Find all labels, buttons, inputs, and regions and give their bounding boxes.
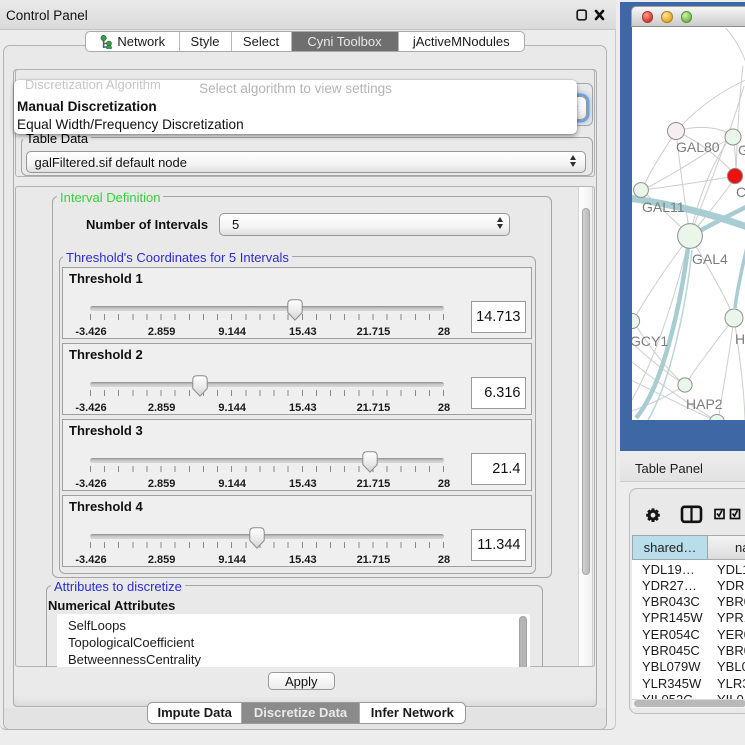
svg-text:GAL80: GAL80	[676, 139, 720, 155]
svg-text:H: H	[735, 331, 745, 347]
svg-text:C: C	[736, 184, 745, 200]
svg-text:GAL11: GAL11	[642, 199, 685, 215]
svg-text:HAP2: HAP2	[686, 396, 723, 412]
svg-text:GAL4: GAL4	[692, 251, 728, 267]
svg-text:GA: GA	[738, 142, 745, 158]
svg-text:GCY1: GCY1	[632, 333, 668, 349]
